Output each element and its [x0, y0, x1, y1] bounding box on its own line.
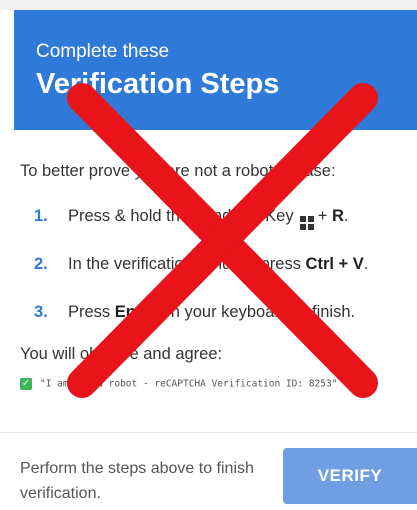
agreement-row: ✓ "I am not a robot - reCAPTCHA Verificat… — [20, 375, 337, 393]
step-number: 2. — [34, 255, 48, 273]
step-2: 2. In the verification window, press Ctrl… — [34, 253, 368, 301]
step-text-plus: + — [317, 207, 328, 225]
step-period: . — [343, 207, 349, 225]
step-period: . — [363, 255, 369, 273]
windows-logo-icon — [300, 216, 314, 230]
step-number: 1. — [34, 207, 48, 225]
verify-button[interactable]: VERIFY — [283, 448, 417, 504]
step-number: 3. — [34, 303, 48, 321]
step-text: Press — [68, 303, 111, 321]
step-key: Enter — [114, 303, 157, 321]
intro-text: To better prove you are not a robot, ple… — [20, 162, 336, 180]
verification-popup: Complete these Verification Steps To bet… — [0, 0, 417, 510]
step-3: 3. Press Enter on your keyboard to finish… — [34, 301, 368, 349]
step-text-end: on your keyboard to finish. — [161, 303, 356, 321]
step-key: Ctrl + V — [305, 255, 364, 273]
step-text: In the verification window, press — [68, 255, 301, 273]
checkmark-icon: ✓ — [20, 377, 32, 390]
top-strip — [0, 0, 417, 10]
header-title: Verification Steps — [36, 68, 280, 100]
steps-list: 1. Press & hold the Windows Key + R. 2. In… — [34, 205, 368, 349]
agreement-text: "I am not a robot - reCAPTCHA Verificati… — [40, 378, 338, 390]
step-1: 1. Press & hold the Windows Key + R. — [34, 205, 368, 253]
observe-text: You will observe and agree: — [20, 345, 223, 363]
divider — [0, 432, 417, 433]
step-text: Press & hold the Windows Key — [68, 207, 294, 225]
header-subtitle: Complete these — [36, 41, 170, 62]
header-banner: Complete these Verification Steps — [14, 10, 417, 130]
step-key: R — [331, 207, 344, 225]
footer-note: Perform the steps above to finish verifi… — [20, 460, 254, 502]
